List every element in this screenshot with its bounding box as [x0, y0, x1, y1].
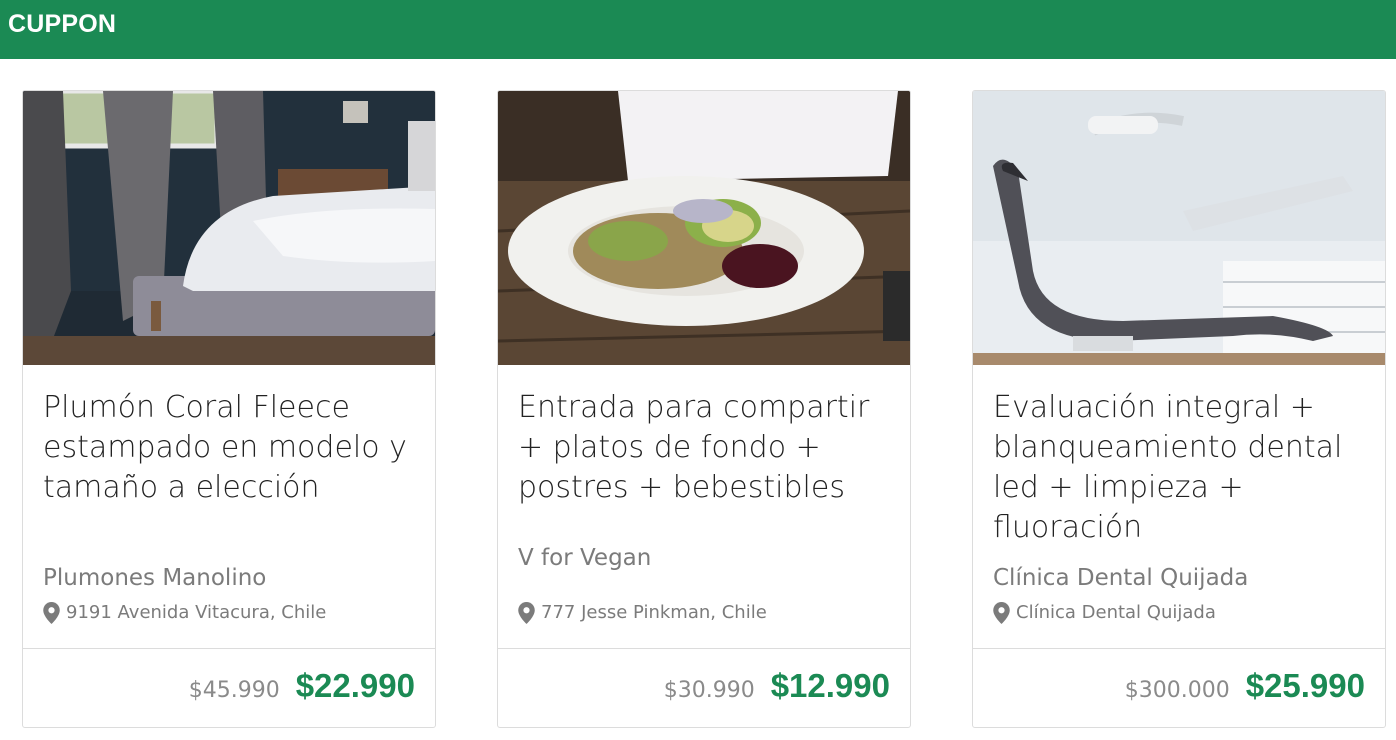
- map-pin-icon: [518, 602, 535, 624]
- deal-image-salad[interactable]: [498, 91, 910, 365]
- original-price: $45.990: [188, 678, 280, 703]
- deal-address: Clínica Dental Quijada: [993, 601, 1373, 625]
- top-navbar: CUPPON: [0, 0, 1396, 59]
- discounted-price: $12.990: [770, 667, 890, 704]
- deal-card-dental[interactable]: Evaluación integral + blanqueamiento den…: [972, 90, 1386, 728]
- price-footer: $45.990 $22.990: [23, 648, 435, 727]
- deal-address: 777 Jesse Pinkman, Chile: [518, 601, 898, 625]
- merchant-name: V for Vegan: [518, 545, 652, 571]
- price-footer: $300.000 $25.990: [973, 648, 1385, 727]
- map-pin-icon: [993, 602, 1010, 624]
- merchant-name: Clínica Dental Quijada: [993, 565, 1249, 591]
- deal-image-dental-chair[interactable]: [973, 91, 1385, 365]
- price-footer: $30.990 $12.990: [498, 648, 910, 727]
- deal-card-plumon[interactable]: Plumón Coral Fleece estampado en modelo …: [22, 90, 436, 728]
- original-price: $300.000: [1124, 678, 1230, 703]
- deal-title[interactable]: Plumón Coral Fleece estampado en modelo …: [43, 388, 423, 508]
- merchant-name: Plumones Manolino: [43, 565, 267, 591]
- deal-address: 9191 Avenida Vitacura, Chile: [43, 601, 423, 625]
- deal-title[interactable]: Entrada para compartir + platos de fondo…: [518, 388, 898, 508]
- deal-address-text: Clínica Dental Quijada: [1016, 602, 1216, 623]
- discounted-price: $25.990: [1245, 667, 1365, 704]
- deal-image-bedroom[interactable]: [23, 91, 435, 365]
- deal-card-vegan[interactable]: Entrada para compartir + platos de fondo…: [497, 90, 911, 728]
- map-pin-icon: [43, 602, 60, 624]
- discounted-price: $22.990: [295, 667, 415, 704]
- deal-title[interactable]: Evaluación integral + blanqueamiento den…: [993, 388, 1373, 548]
- original-price: $30.990: [663, 678, 755, 703]
- deal-address-text: 9191 Avenida Vitacura, Chile: [66, 602, 327, 623]
- brand-logo-link[interactable]: CUPPON: [8, 10, 116, 39]
- deal-address-text: 777 Jesse Pinkman, Chile: [541, 602, 767, 623]
